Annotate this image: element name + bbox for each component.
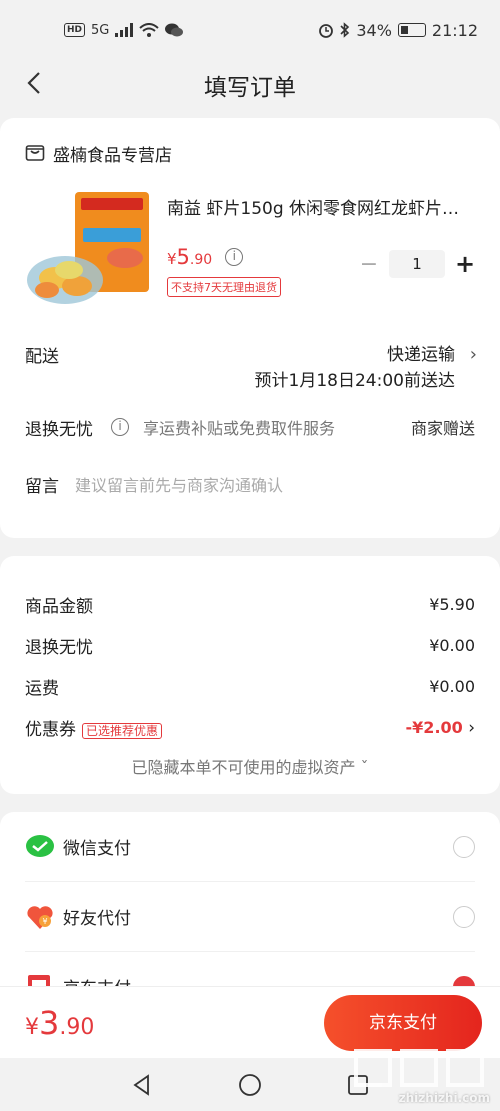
payment-label: 好友代付 xyxy=(63,909,131,929)
summary-label: 运费 xyxy=(25,679,59,699)
hidden-assets-note[interactable]: 已隐藏本单不可使用的虚拟资产 ˇ xyxy=(25,754,475,778)
price-dec: .90 xyxy=(189,252,213,268)
shipping-method: 快递运输 xyxy=(387,345,455,365)
summary-rows: 商品金额 ¥5.90 退换无忧 ¥0.00 运费 ¥0.00 xyxy=(25,584,475,707)
clock: 21:12 xyxy=(431,20,478,40)
product-price: ¥5.90 xyxy=(167,245,212,269)
price-summary-card: 商品金额 ¥5.90 退换无忧 ¥0.00 运费 ¥0.00 优惠券 已选推荐优惠 -¥2.… xyxy=(0,556,500,794)
summary-row: 退换无忧 ¥0.00 xyxy=(25,625,475,666)
product-image-graphic xyxy=(27,192,149,304)
shipping-info: 快递运输 预计1月18日24:00前送达 › xyxy=(105,342,477,394)
wechat-pay-icon xyxy=(26,834,54,857)
coupon-row[interactable]: 优惠券 已选推荐优惠 -¥2.00 › xyxy=(25,707,475,748)
back-icon[interactable] xyxy=(24,72,46,94)
wechat-notification-icon xyxy=(165,23,184,37)
nav-home-icon[interactable] xyxy=(238,1073,262,1097)
product-info: 南益 虾片150g 休闲零食网红龙虾片… ¥5.90 i − 1 + 不支持7天… xyxy=(153,188,475,318)
returns-label: 退换无忧 xyxy=(25,419,93,440)
chevron-down-icon: ˇ xyxy=(360,758,369,777)
message-label: 留言 xyxy=(25,476,59,497)
product-title[interactable]: 南益 虾片150g 休闲零食网红龙虾片… xyxy=(167,194,475,219)
payment-option-wechat[interactable]: 微信支付 xyxy=(25,812,475,882)
alarm-icon xyxy=(319,24,334,38)
nav-back-icon[interactable] xyxy=(130,1073,154,1097)
summary-value: ¥5.90 xyxy=(429,595,475,614)
message-row[interactable]: 留言 建议留言前先与商家沟通确认 xyxy=(25,456,475,512)
total-currency: ¥ xyxy=(25,1014,39,1040)
order-card: 盛楠食品专营店 南益 虾片150g 休闲零食网红龙虾片… ¥5.90 i − 1… xyxy=(0,118,500,538)
summary-label: 退换无忧 xyxy=(25,638,93,658)
status-bar: HD 5G 34% 21:12 xyxy=(0,0,500,60)
summary-row: 商品金额 ¥5.90 xyxy=(25,584,475,625)
price-int: 5 xyxy=(176,245,190,269)
watermark-text: zhizhizhi.com xyxy=(398,1091,490,1105)
system-nav-bar: zhizhizhi.com xyxy=(0,1049,500,1111)
wifi-icon xyxy=(139,23,160,37)
returns-desc: 享运费补贴或免费取件服务 xyxy=(143,419,336,438)
watermark-logo xyxy=(354,1049,484,1087)
price-currency: ¥ xyxy=(167,250,177,268)
increase-button[interactable]: + xyxy=(455,250,475,278)
coupon-left: 优惠券 已选推荐优惠 xyxy=(25,715,163,740)
summary-row: 运费 ¥0.00 xyxy=(25,666,475,707)
hidden-note-text: 已隐藏本单不可使用的虚拟资产 xyxy=(131,758,356,777)
store-name: 盛楠食品专营店 xyxy=(53,145,172,166)
message-input[interactable]: 建议留言前先与商家沟通确认 xyxy=(75,472,283,496)
chevron-right-icon: › xyxy=(468,717,475,738)
payment-radio[interactable] xyxy=(453,835,475,858)
summary-label: 商品金额 xyxy=(25,597,93,617)
quantity-value[interactable]: 1 xyxy=(389,250,445,278)
signal-icon xyxy=(115,23,134,37)
friend-pay-heart-icon: ¥ xyxy=(27,905,53,929)
coupon-right: -¥2.00 › xyxy=(406,718,475,738)
order-total: ¥3.90 xyxy=(25,1004,94,1042)
summary-value: ¥0.00 xyxy=(429,636,475,655)
battery-icon xyxy=(397,23,426,37)
status-right: 34% 21:12 xyxy=(318,21,478,40)
store-row[interactable]: 盛楠食品专营店 xyxy=(25,118,475,188)
chevron-right-icon: › xyxy=(469,344,477,365)
nav-bar: 填写订单 xyxy=(0,60,500,110)
returns-row[interactable]: 退换无忧 i 享运费补贴或免费取件服务 商家赠送 xyxy=(25,398,475,456)
total-int: 3 xyxy=(39,1003,60,1042)
pay-button[interactable]: 京东支付 xyxy=(324,995,482,1051)
coupon-tag: 已选推荐优惠 xyxy=(82,723,163,739)
bluetooth-icon xyxy=(340,22,350,38)
status-left: HD 5G xyxy=(64,22,184,38)
shipping-row[interactable]: 配送 快递运输 预计1月18日24:00前送达 › xyxy=(25,318,477,398)
decrease-button[interactable]: − xyxy=(359,252,379,277)
svg-text:¥: ¥ xyxy=(42,917,47,926)
quantity-stepper: − 1 + xyxy=(359,250,475,278)
payment-label: 微信支付 xyxy=(63,839,131,859)
payment-radio[interactable] xyxy=(453,905,475,928)
payment-option-friend[interactable]: ¥ 好友代付 xyxy=(25,882,475,952)
coupon-value: -¥2.00 xyxy=(405,717,463,737)
returns-merchant: 商家赠送 xyxy=(410,419,475,438)
product-image[interactable] xyxy=(25,188,153,316)
coupon-label: 优惠券 xyxy=(25,720,76,740)
product-item: 南益 虾片150g 休闲零食网红龙虾片… ¥5.90 i − 1 + 不支持7天… xyxy=(25,188,475,318)
network-label: 5G xyxy=(91,22,110,38)
summary-value: ¥0.00 xyxy=(429,677,475,696)
hd-icon: HD xyxy=(64,23,86,37)
shipping-eta: 预计1月18日24:00前送达 xyxy=(254,371,455,391)
battery-percent: 34% xyxy=(356,20,392,40)
payment-card: 微信支付 ¥ 好友代付 京东支付 xyxy=(0,812,500,1022)
price-info-icon[interactable]: i xyxy=(225,248,244,266)
return-policy-tag: 不支持7天无理由退货 xyxy=(167,277,281,297)
store-icon xyxy=(25,145,45,161)
page-title: 填写订单 xyxy=(204,75,296,101)
shipping-label: 配送 xyxy=(25,347,59,367)
returns-info-icon[interactable]: i xyxy=(111,418,129,436)
total-dec: .90 xyxy=(59,1014,95,1040)
